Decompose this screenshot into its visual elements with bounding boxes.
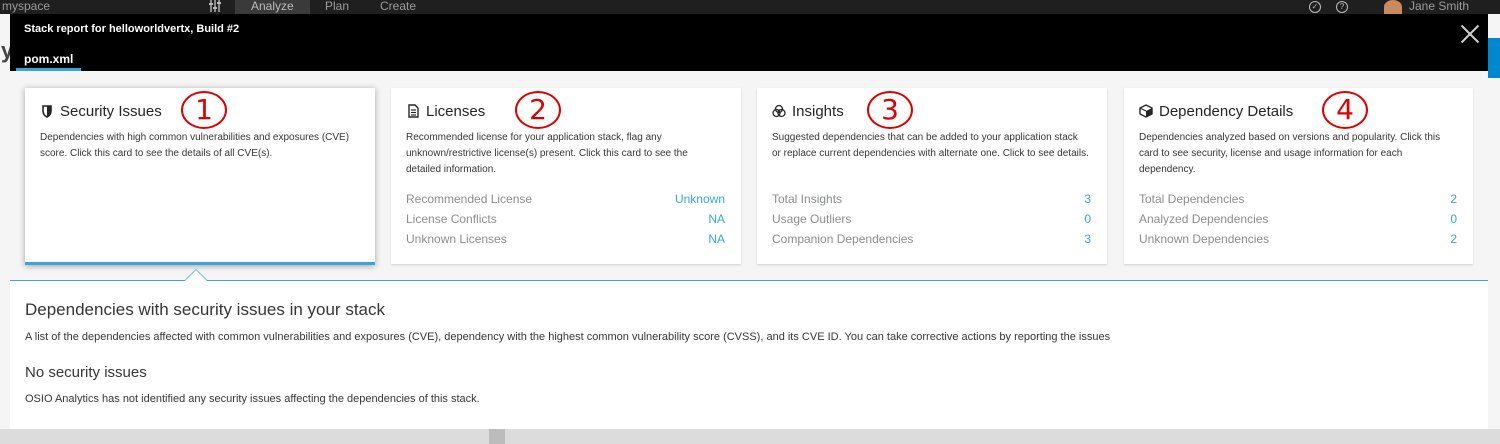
- stat-row: Recommended License Unknown: [406, 189, 725, 209]
- space-selector[interactable]: myspace: [2, 0, 50, 14]
- insights-icon: [772, 104, 786, 118]
- stat-value-link[interactable]: 2: [1450, 189, 1457, 209]
- details-panel: Dependencies with security issues in you…: [10, 281, 1488, 429]
- stat-row: Total Insights 3: [772, 189, 1091, 209]
- background-page-left: y: [0, 14, 13, 444]
- stat-value-link[interactable]: NA: [708, 229, 725, 249]
- stat-label: Total Dependencies: [1139, 192, 1245, 206]
- stat-row: Unknown Dependencies 2: [1139, 229, 1457, 249]
- modal-title: Stack report for helloworldvertx, Build …: [24, 23, 240, 35]
- stat-value-link[interactable]: 3: [1084, 229, 1091, 249]
- user-name[interactable]: Jane Smith: [1409, 0, 1469, 14]
- card-title: Security Issues: [60, 102, 162, 120]
- insights-card[interactable]: Insights Suggested dependencies that can…: [757, 88, 1107, 264]
- background-page-bottom: [0, 429, 1500, 444]
- stat-row: Usage Outliers 0: [772, 209, 1091, 229]
- annotation-marker-2: 2: [515, 91, 561, 129]
- selected-card-pointer: [184, 269, 208, 281]
- cube-icon: [1139, 104, 1153, 118]
- background-button: [1488, 38, 1500, 78]
- stat-label: Unknown Dependencies: [1139, 232, 1270, 246]
- stack-report-modal: Stack report for helloworldvertx, Build …: [10, 14, 1488, 429]
- nav-analyze[interactable]: Analyze: [235, 0, 310, 14]
- annotation-marker-3: 3: [867, 91, 913, 129]
- status-check-icon[interactable]: ✓: [1309, 1, 1321, 13]
- stat-value-link[interactable]: Unknown: [675, 189, 725, 209]
- stat-label: Recommended License: [406, 192, 533, 206]
- dependency-details-card[interactable]: Dependency Details Dependencies analyzed…: [1124, 88, 1473, 264]
- card-title: Licenses: [426, 102, 486, 120]
- help-icon[interactable]: ?: [1336, 1, 1348, 13]
- document-icon: [406, 104, 420, 118]
- nav-plan[interactable]: Plan: [325, 0, 349, 14]
- annotation-marker-1: 1: [181, 91, 227, 129]
- stat-row: Analyzed Dependencies 0: [1139, 209, 1457, 229]
- nav-create[interactable]: Create: [380, 0, 416, 14]
- stat-label: Total Insights: [772, 192, 843, 206]
- tab-pom-xml[interactable]: pom.xml: [16, 50, 82, 71]
- stat-row: Companion Dependencies 3: [772, 229, 1091, 249]
- stat-label: Usage Outliers: [772, 212, 852, 226]
- stat-label: Unknown Licenses: [406, 232, 507, 246]
- stat-value-link[interactable]: 0: [1450, 209, 1457, 229]
- card-title: Dependency Details: [1159, 102, 1294, 120]
- card-title: Insights: [792, 102, 844, 120]
- card-description: Suggested dependencies that can be added…: [772, 132, 1089, 159]
- card-description: Dependencies with high common vulnerabil…: [40, 132, 350, 159]
- stat-value-link[interactable]: NA: [708, 209, 725, 229]
- licenses-card[interactable]: Licenses Recommended license for your ap…: [391, 88, 741, 264]
- stat-value-link[interactable]: 2: [1450, 229, 1457, 249]
- details-message: OSIO Analytics has not identified any se…: [25, 393, 480, 405]
- background-page-right: [1488, 14, 1500, 444]
- stat-value-link[interactable]: 3: [1084, 189, 1091, 209]
- details-title: Dependencies with security issues in you…: [25, 300, 385, 319]
- avatar[interactable]: [1384, 0, 1402, 14]
- stat-value-link[interactable]: 0: [1084, 209, 1091, 229]
- stat-row: Unknown Licenses NA: [406, 229, 725, 249]
- stat-label: Analyzed Dependencies: [1139, 212, 1269, 226]
- stat-label: License Conflicts: [406, 212, 497, 226]
- modal-header: Stack report for helloworldvertx, Build …: [10, 14, 1488, 71]
- close-icon[interactable]: [1458, 22, 1482, 46]
- stat-row: Total Dependencies 2: [1139, 189, 1457, 209]
- app-top-bar: myspace Analyze Plan Create ✓ ? Jane Smi…: [0, 0, 1500, 14]
- card-description: Recommended license for your application…: [406, 132, 688, 175]
- shield-icon: [40, 104, 54, 118]
- card-description: Dependencies analyzed based on versions …: [1139, 132, 1441, 175]
- stat-label: Companion Dependencies: [772, 232, 914, 246]
- sliders-icon[interactable]: [208, 0, 222, 14]
- annotation-marker-4: 4: [1322, 91, 1368, 129]
- details-description: A list of the dependencies affected with…: [25, 331, 1111, 343]
- details-subtitle: No security issues: [25, 364, 147, 381]
- stat-row: License Conflicts NA: [406, 209, 725, 229]
